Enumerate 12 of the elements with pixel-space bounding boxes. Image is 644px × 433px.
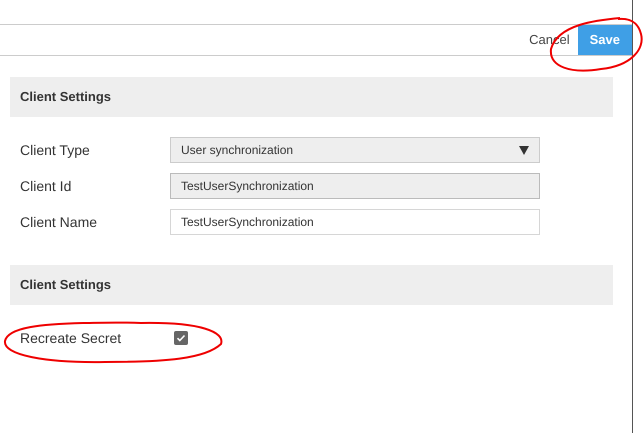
dropdown-arrow-icon: [519, 146, 529, 154]
field-label: Client Type: [20, 140, 91, 160]
section-header: Client Settings: [10, 265, 613, 305]
field-label: Client Name: [20, 212, 98, 232]
select-field[interactable]: User synchronization: [170, 137, 540, 163]
checkmark-icon: [176, 333, 186, 343]
field-label: Client Id: [20, 176, 72, 196]
checkbox[interactable]: [174, 331, 188, 345]
section-header: Client Settings: [10, 77, 613, 117]
input-field[interactable]: TestUserSynchronization: [170, 173, 540, 199]
field-label: Recreate Secret: [20, 328, 122, 348]
input-field[interactable]: TestUserSynchronization: [170, 209, 540, 235]
